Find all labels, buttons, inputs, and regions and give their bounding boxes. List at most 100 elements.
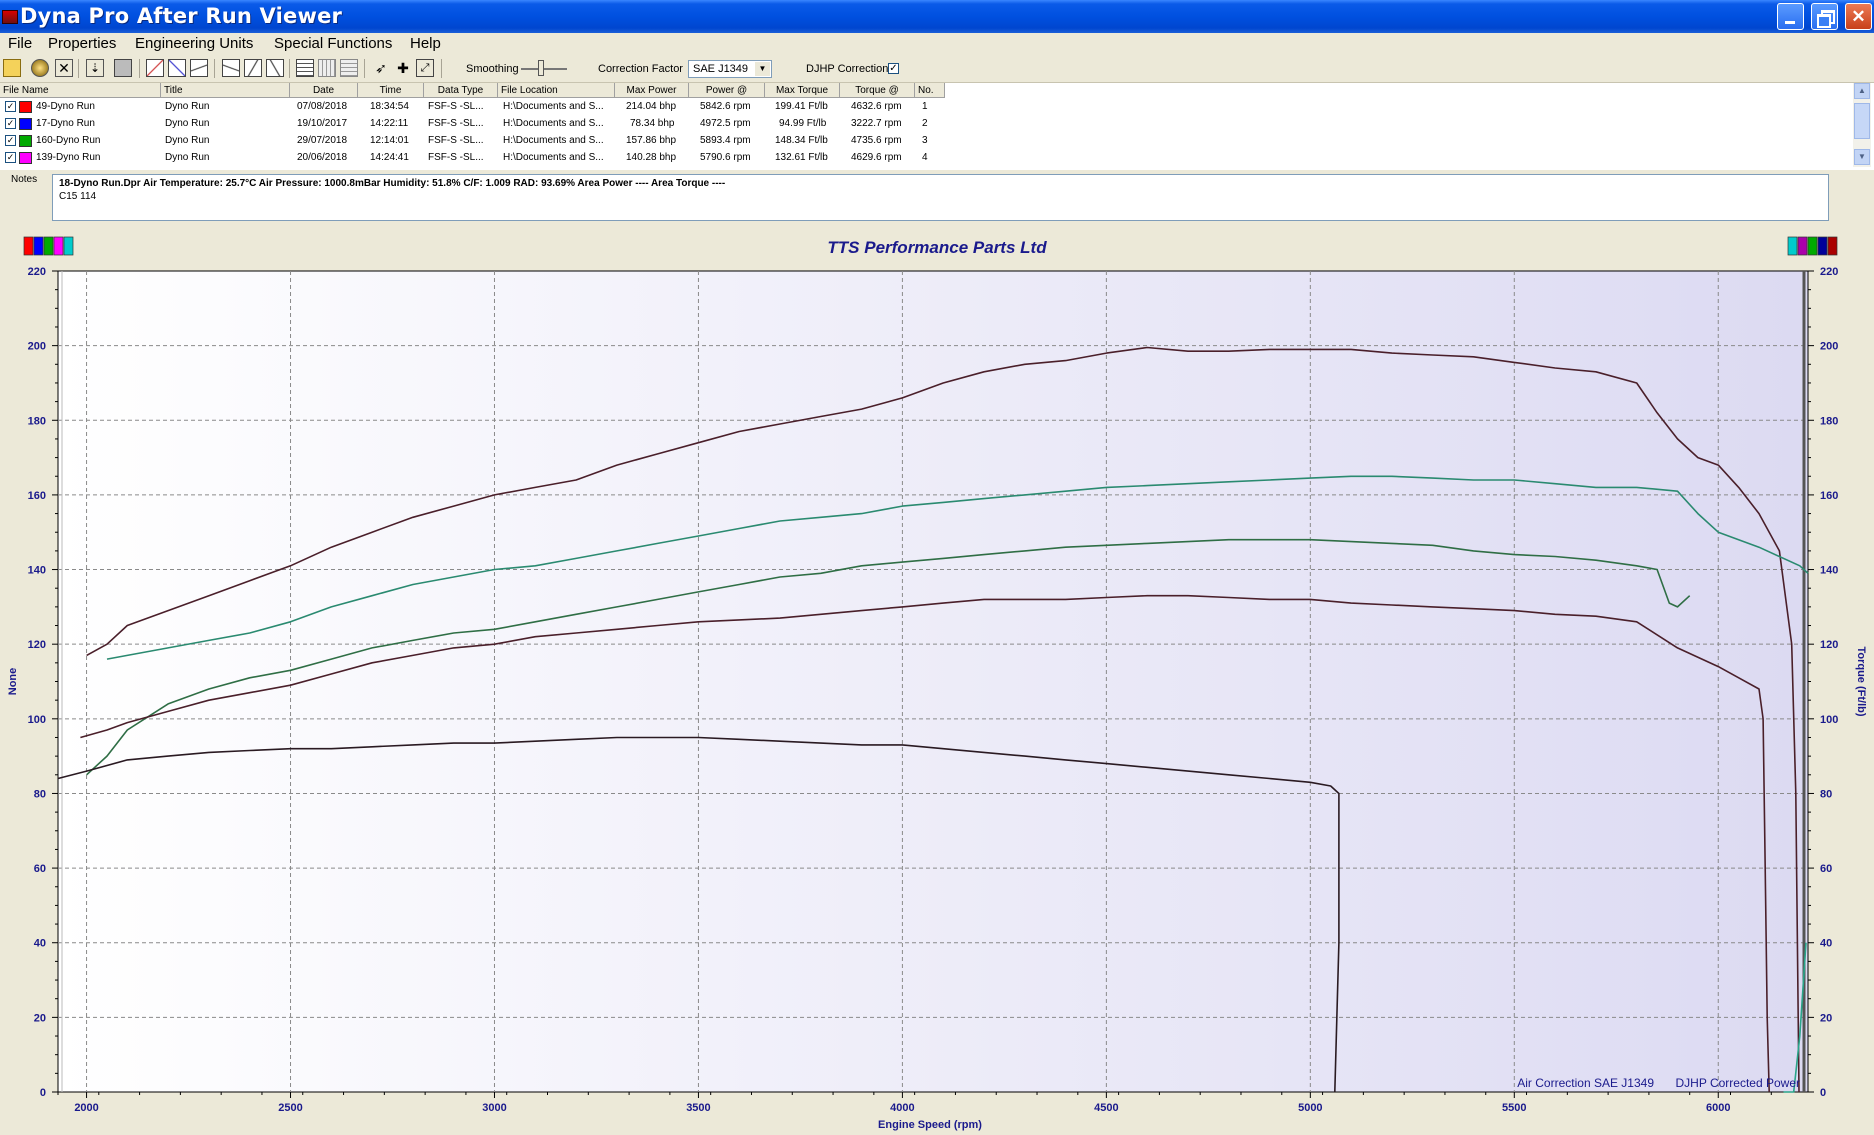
cell-date: 07/08/2018 [297,101,348,112]
djhp-correction-checkbox[interactable]: ✓ [888,63,899,74]
cell-no: 4 [922,152,928,163]
notes-label: Notes [11,174,38,185]
list-icon[interactable] [296,59,314,77]
right-color-swatch [1827,236,1838,256]
minimize-button[interactable] [1777,3,1804,30]
row-color-swatch[interactable] [19,152,32,164]
table-row[interactable]: ✓ 160-Dyno Run Dyno Run 29/07/2018 12:14… [0,133,950,150]
notes-textbox[interactable]: 18-Dyno Run.Dpr Air Temperature: 25.7°C … [52,174,1829,221]
grid-2-icon[interactable] [340,59,358,77]
app-logo-icon [2,10,18,24]
toolbar: ✕ ⇣ ➶ ✚ ⤢ Smoothing Correction Factor SA… [0,55,1874,83]
disk-icon[interactable] [31,59,49,77]
open-folder-icon[interactable] [3,59,21,77]
menu-special-functions[interactable]: Special Functions [274,35,392,52]
graph-2-icon[interactable] [168,59,186,77]
row-checkbox[interactable]: ✓ [5,135,16,146]
row-color-swatch[interactable] [19,118,32,130]
y2-tick-label: 220 [1820,266,1838,278]
y-tick-label: 200 [28,341,46,353]
cell-time: 14:22:11 [370,118,409,129]
cell-file-location: H:\Documents and S... [503,101,604,112]
x-tick-label: 5000 [1298,1102,1322,1114]
cross-icon[interactable]: ✚ [394,59,412,77]
import-icon[interactable]: ⇣ [86,59,104,77]
cell-title: Dyno Run [165,152,210,163]
y-axis-label: None [7,668,19,696]
table-row[interactable]: ✓ 139-Dyno Run Dyno Run 20/06/2018 14:24… [0,150,950,167]
left-color-swatch [23,236,34,256]
col-max-power[interactable]: Max Power [615,83,689,98]
dyno-chart-panel: 2000 2500 3000 3500 4000 4500 5000 5500 6000 0 0 20… [0,226,1874,1135]
smoothing-slider-thumb[interactable] [538,60,544,76]
col-no[interactable]: No. [915,83,945,98]
close-x-icon[interactable]: ✕ [55,59,73,77]
row-checkbox[interactable]: ✓ [5,118,16,129]
cell-torque-at: 4629.6 rpm [851,152,902,163]
dyno-chart[interactable]: 2000 2500 3000 3500 4000 4500 5000 5500 6000 0 0 20… [0,226,1874,1135]
cell-no: 1 [922,101,928,112]
col-max-torque[interactable]: Max Torque [765,83,840,98]
graph-icon[interactable] [146,59,164,77]
correction-factor-select[interactable]: SAE J1349 ▼ [688,60,772,78]
y2-tick-label: 20 [1820,1012,1832,1024]
notes-run-info: 18-Dyno Run.Dpr Air Temperature: 25.7°C … [59,178,726,189]
col-file-location[interactable]: File Location [498,83,615,98]
close-button[interactable]: ✕ [1845,3,1872,30]
col-date[interactable]: Date [290,83,358,98]
scroll-down-icon[interactable]: ▼ [1854,149,1870,165]
correction-factor-value: SAE J1349 [693,63,749,75]
zoom-icon[interactable]: ⤢ [416,59,434,77]
col-data-type[interactable]: Data Type [424,83,498,98]
graph-3-icon[interactable] [190,59,208,77]
cell-data-type: FSF-S -SL... [428,135,484,146]
graph-4-icon[interactable] [222,59,240,77]
left-color-swatch [33,236,44,256]
y-tick-label: 120 [28,639,46,651]
menu-file[interactable]: File [8,35,32,52]
scroll-up-icon[interactable]: ▲ [1854,83,1870,99]
scroll-thumb[interactable] [1854,103,1870,139]
table-row[interactable]: ✓ 49-Dyno Run Dyno Run 07/08/2018 18:34:… [0,99,950,116]
y-tick-label: 60 [34,863,46,875]
graph-6-icon[interactable] [266,59,284,77]
menu-help[interactable]: Help [410,35,441,52]
y2-tick-label: 100 [1820,714,1838,726]
col-time[interactable]: Time [358,83,424,98]
correction-factor-label: Correction Factor [598,63,683,75]
y-tick-label: 180 [28,415,46,427]
col-power-at[interactable]: Power @ [689,83,765,98]
cell-max-power: 214.04 bhp [626,101,677,112]
row-checkbox[interactable]: ✓ [5,101,16,112]
graph-5-icon[interactable] [244,59,262,77]
cell-no: 3 [922,135,928,146]
plot-area[interactable] [57,270,1809,1093]
djhp-corrected-power-label: DJHP Corrected Power [1676,1076,1801,1090]
menu-engineering-units[interactable]: Engineering Units [135,35,253,52]
row-color-swatch[interactable] [19,101,32,113]
left-color-swatch [53,236,64,256]
col-title[interactable]: Title [161,83,290,98]
notes-panel: Notes 18-Dyno Run.Dpr Air Temperature: 2… [0,170,1874,226]
pointer-icon[interactable]: ➶ [372,59,390,77]
chevron-down-icon[interactable]: ▼ [755,62,770,76]
cell-time: 18:34:54 [370,101,409,112]
run-list-scrollbar[interactable]: ▲ ▼ [1853,83,1871,167]
cell-time: 12:14:01 [370,135,409,146]
restore-button[interactable] [1811,3,1838,30]
grid-icon[interactable] [318,59,336,77]
x-tick-label: 5500 [1502,1102,1526,1114]
cell-max-torque: 148.34 Ft/lb [775,135,828,146]
row-checkbox[interactable]: ✓ [5,152,16,163]
table-row[interactable]: ✓ 17-Dyno Run Dyno Run 19/10/2017 14:22:… [0,116,950,133]
right-color-swatch [1787,236,1798,256]
smoothing-slider-track[interactable] [521,68,567,70]
row-color-swatch[interactable] [19,135,32,147]
menu-bar: File Properties Engineering Units Specia… [0,33,1874,55]
menu-properties[interactable]: Properties [48,35,116,52]
print-icon[interactable] [114,59,132,77]
x-tick-label: 3000 [482,1102,506,1114]
col-file-name[interactable]: File Name [0,83,161,98]
col-torque-at[interactable]: Torque @ [840,83,915,98]
y2-tick-label: 80 [1820,788,1832,800]
